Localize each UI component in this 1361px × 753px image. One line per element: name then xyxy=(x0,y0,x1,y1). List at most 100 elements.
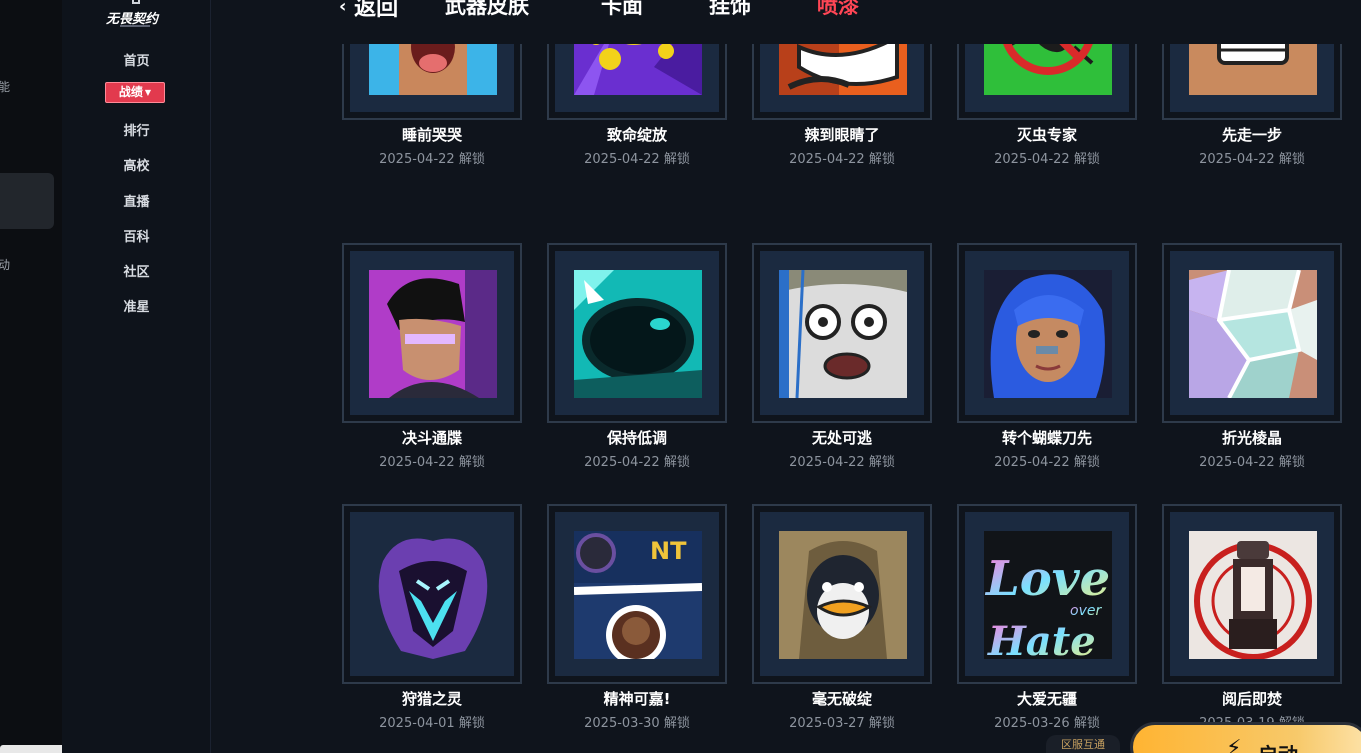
tab-charms[interactable]: 挂饰 xyxy=(709,0,751,20)
spray-image-prism xyxy=(1189,270,1317,398)
spray-date: 2025-03-30 xyxy=(584,716,660,731)
spray-card[interactable] xyxy=(752,243,932,423)
spray-card[interactable] xyxy=(957,243,1137,423)
nav-item-rank[interactable]: 排行 xyxy=(62,120,211,139)
spray-date: 2025-04-22 xyxy=(379,152,455,167)
nav-item-college[interactable]: 高校 xyxy=(62,155,211,174)
spray-name: 致命绽放 xyxy=(606,126,667,144)
spray-name: 转个蝴蝶刀先 xyxy=(1001,429,1092,447)
spray-date: 2025-04-01 xyxy=(379,716,455,731)
spray-name: 折光棱晶 xyxy=(1221,429,1282,447)
host-sidebar: 能 动 xyxy=(0,0,100,753)
spray-card[interactable] xyxy=(342,243,522,423)
spray-unlock-date: 2025-04-22 解锁 xyxy=(547,148,727,167)
spray-unlock-date: 2025-04-22 解锁 xyxy=(957,148,1137,167)
svg-text:Hate: Hate xyxy=(987,618,1096,659)
spray-date: 2025-04-22 xyxy=(994,455,1070,470)
launch-label: 启动 xyxy=(1258,739,1298,753)
spray-name: 先走一步 xyxy=(1221,126,1282,144)
spray-unlock-date: 2025-03-26 解锁 xyxy=(957,712,1137,731)
spray-status: 解锁 xyxy=(1278,455,1305,470)
nav-item-record-label: 战绩 xyxy=(118,85,143,99)
nav-item-community[interactable]: 社区 xyxy=(62,261,211,280)
back-label: 返回 xyxy=(354,0,399,21)
spray-status: 解锁 xyxy=(1073,455,1100,470)
spray-name: 灭虫专家 xyxy=(1016,126,1077,144)
spray-unlock-date: 2025-04-22 解锁 xyxy=(1162,148,1342,167)
spray-unlock-date: 2025-04-22 解锁 xyxy=(547,451,727,470)
spray-status: 解锁 xyxy=(1278,152,1305,167)
nav-item-record[interactable]: 战绩 ▼ xyxy=(105,82,165,103)
app-root: 能 动 无畏契约 首页 战绩 ▼ 排行 高校 直播 百科 社区 准星 睡前哭哭 20… xyxy=(0,0,1361,753)
spray-card[interactable] xyxy=(752,504,932,684)
spray-date: 2025-04-22 xyxy=(1199,455,1275,470)
spray-card-frame xyxy=(1170,251,1334,415)
spray-unlock-date: 2025-03-30 解锁 xyxy=(547,712,727,731)
logo-underline xyxy=(120,25,150,27)
svg-text:Love: Love xyxy=(984,551,1110,607)
tab-sprays[interactable]: 喷漆 xyxy=(817,0,859,20)
nav-item-wiki[interactable]: 百科 xyxy=(62,226,211,245)
spray-status: 解锁 xyxy=(663,716,690,731)
caret-down-icon: ▼ xyxy=(144,88,152,97)
host-sidebar-label-fragment[interactable]: 动 xyxy=(0,256,10,273)
lightning-icon: ⚡ xyxy=(1226,736,1242,753)
spray-status: 解锁 xyxy=(868,455,895,470)
chevron-left-icon: ‹ xyxy=(339,0,347,17)
spray-card[interactable] xyxy=(1162,243,1342,423)
spray-date: 2025-04-22 xyxy=(1199,152,1275,167)
back-button[interactable]: ‹ 返回 xyxy=(339,0,398,22)
spray-name: 无处可逃 xyxy=(811,429,872,447)
spray-card[interactable] xyxy=(547,243,727,423)
spray-image-love-text: Love over Hate xyxy=(984,531,1112,659)
spray-card[interactable]: Love over Hate xyxy=(957,504,1137,684)
spray-image-scared-face xyxy=(779,270,907,398)
spray-card-frame xyxy=(350,251,514,415)
logo-mark xyxy=(132,0,140,4)
cross-server-badge[interactable]: 区服互通 xyxy=(1046,735,1120,753)
spray-name: 阅后即焚 xyxy=(1221,690,1282,708)
spray-status: 解锁 xyxy=(663,455,690,470)
spray-name: 大爱无疆 xyxy=(1016,690,1077,708)
spray-unlock-date: 2025-04-22 解锁 xyxy=(342,451,522,470)
game-logo[interactable]: 无畏契约 xyxy=(90,0,180,30)
spray-date: 2025-04-22 xyxy=(584,152,660,167)
spray-name: 保持低调 xyxy=(606,429,667,447)
spray-name: 决斗通牒 xyxy=(401,429,462,447)
spray-image-goggles xyxy=(574,270,702,398)
spray-name: 睡前哭哭 xyxy=(401,126,462,144)
spray-status: 解锁 xyxy=(458,455,485,470)
spray-status: 解锁 xyxy=(868,152,895,167)
spray-status: 解锁 xyxy=(458,152,485,167)
spray-unlock-date: 2025-04-22 解锁 xyxy=(342,148,522,167)
spray-name: 精神可嘉! xyxy=(603,690,671,708)
spray-grid: 睡前哭哭 2025-04-22 解锁 致命绽放 2025-04-22 解锁 辣到眼睛了 2… xyxy=(211,0,1361,753)
game-nav: 无畏契约 首页 战绩 ▼ 排行 高校 直播 百科 社区 准星 xyxy=(62,0,211,753)
spray-unlock-date: 2025-03-27 解锁 xyxy=(752,712,932,731)
svg-text:NT: NT xyxy=(650,537,687,565)
top-tabs: ‹ 返回 武器皮肤 卡面 挂饰 喷漆 xyxy=(211,0,1361,44)
host-sidebar-active-item[interactable] xyxy=(0,173,54,229)
tab-cards[interactable]: 卡面 xyxy=(601,0,643,20)
tab-weapon-skins[interactable]: 武器皮肤 xyxy=(445,0,529,20)
spray-image-lantern xyxy=(1189,531,1317,659)
spray-status: 解锁 xyxy=(1073,716,1100,731)
nav-item-crosshair[interactable]: 准星 xyxy=(62,296,211,315)
spray-name: 毫无破绽 xyxy=(811,690,872,708)
spray-unlock-date: 2025-04-01 解锁 xyxy=(342,712,522,731)
spray-status: 解锁 xyxy=(868,716,895,731)
launch-button[interactable]: ⚡ 启动 xyxy=(1130,722,1361,753)
spray-date: 2025-04-22 xyxy=(789,152,865,167)
spray-unlock-date: 2025-04-22 解锁 xyxy=(752,148,932,167)
nav-item-home[interactable]: 首页 xyxy=(62,50,211,69)
spray-image-nt-chat: NT xyxy=(574,531,702,659)
spray-card[interactable]: NT xyxy=(547,504,727,684)
spray-card[interactable] xyxy=(1162,504,1342,684)
host-sidebar-label-fragment[interactable]: 能 xyxy=(0,78,10,95)
spray-date: 2025-04-22 xyxy=(789,455,865,470)
spray-unlock-date: 2025-04-22 解锁 xyxy=(1162,451,1342,470)
spray-card-frame xyxy=(555,251,719,415)
spray-card[interactable] xyxy=(342,504,522,684)
nav-item-live[interactable]: 直播 xyxy=(62,191,211,210)
spray-date: 2025-04-22 xyxy=(584,455,660,470)
